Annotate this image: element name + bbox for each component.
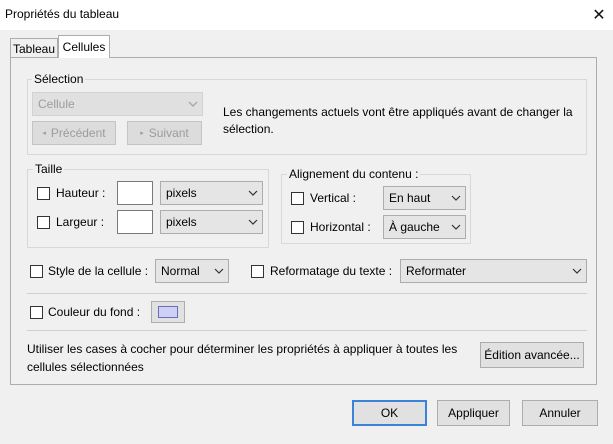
selection-combo: Cellule [32,92,203,116]
style-checkbox[interactable] [30,265,43,278]
fond-checkbox[interactable] [30,306,43,319]
reformat-checkbox[interactable] [251,265,264,278]
tab-tableau[interactable]: Tableau [10,38,58,58]
chevron-down-icon [210,268,228,274]
ok-button[interactable]: OK [352,400,427,426]
apply-button[interactable]: Appliquer [437,400,510,426]
largeur-input[interactable] [117,210,153,234]
selection-combo-value: Cellule [38,97,75,111]
reformat-label: Reformatage du texte : [270,264,393,278]
largeur-unit-value: pixels [166,215,197,229]
taille-legend: Taille [33,162,65,176]
selection-legend: Sélection [32,72,86,86]
hauteur-unit-select[interactable]: pixels [160,181,263,205]
chevron-down-icon [244,219,262,225]
left-arrow-icon: ◂ [42,130,46,137]
vertical-select[interactable]: En haut [383,186,466,210]
reformat-select[interactable]: Reformater [400,259,587,283]
hauteur-input[interactable] [117,181,153,205]
largeur-checkbox[interactable] [37,216,50,229]
chevron-down-icon [184,101,202,107]
vertical-label: Vertical : [310,191,357,205]
chevron-down-icon [447,195,465,201]
separator [27,330,587,331]
style-select[interactable]: Normal [155,259,229,283]
separator [27,293,587,294]
largeur-label: Largeur : [56,215,105,229]
window-title: Propriétés du tableau [5,7,120,21]
chevron-down-icon [447,224,465,230]
footer-hint: Utiliser les cases à cocher pour détermi… [27,342,458,374]
largeur-unit-select[interactable]: pixels [160,210,263,234]
hauteur-label: Hauteur : [56,186,106,200]
previous-button: ◂ Précédent [32,121,116,145]
chevron-down-icon [244,190,262,196]
hauteur-checkbox[interactable] [37,187,50,200]
vertical-value: En haut [389,191,431,205]
fond-color-swatch [158,306,178,318]
cancel-button[interactable]: Annuler [522,400,598,426]
selection-info: Les changements actuels vont être appliq… [223,105,573,136]
horizontal-value: À gauche [389,220,440,234]
previous-button-label: Précédent [50,126,106,140]
alignement-legend: Alignement du contenu : [287,167,421,181]
fond-color-button[interactable] [151,301,185,323]
hauteur-unit-value: pixels [166,186,197,200]
chevron-down-icon [568,268,586,274]
advanced-edit-button[interactable]: Édition avancée... [480,342,584,368]
right-arrow-icon: ▸ [140,130,144,137]
fond-label: Couleur du fond : [48,305,141,319]
horizontal-select[interactable]: À gauche [383,215,466,239]
next-button: ▸ Suivant [127,121,202,145]
style-label: Style de la cellule : [48,264,149,278]
reformat-value: Reformater [406,264,467,278]
horizontal-label: Horizontal : [310,220,371,234]
tab-cellules[interactable]: Cellules [58,35,110,58]
vertical-checkbox[interactable] [291,192,304,205]
style-value: Normal [161,264,200,278]
horizontal-checkbox[interactable] [291,221,304,234]
close-icon[interactable]: ✕ [588,4,610,26]
next-button-label: Suivant [148,126,189,140]
